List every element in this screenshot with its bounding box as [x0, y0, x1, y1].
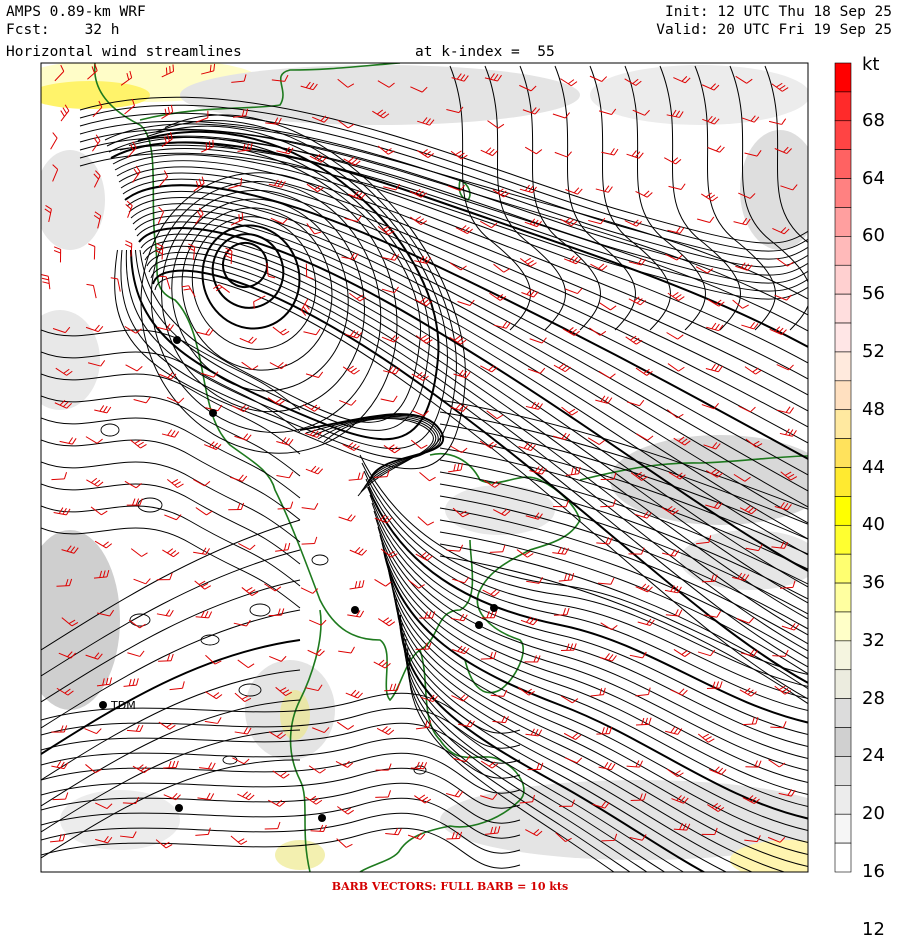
- colorbar-bin: [835, 439, 851, 468]
- colorbar-tick-label: 20: [862, 803, 885, 824]
- colorbar-tick-label: 52: [862, 341, 885, 362]
- colorbar-bin: [835, 265, 851, 294]
- colorbar-bin: [835, 150, 851, 179]
- colorbar-bin: [835, 641, 851, 670]
- colorbar-bin: [835, 323, 851, 352]
- station-marker: [490, 604, 498, 612]
- colorbar-bin: [835, 468, 851, 497]
- colorbar-bin: [835, 583, 851, 612]
- station-marker: [209, 409, 217, 417]
- colorbar-tick-label: 16: [862, 861, 885, 882]
- colorbar-tick-label: 68: [862, 110, 885, 131]
- colorbar-bin: [835, 525, 851, 554]
- colorbar-bin: [835, 410, 851, 439]
- colorbar-tick-label: 64: [862, 168, 885, 189]
- station-label: TDM: [110, 699, 136, 712]
- colorbar-tick-label: 48: [862, 399, 885, 420]
- colorbar-bin: [835, 814, 851, 843]
- colorbar-bin: [835, 92, 851, 121]
- colorbar-bin: [835, 179, 851, 208]
- colorbar-bin: [835, 554, 851, 583]
- colorbar-bin: [835, 843, 851, 872]
- colorbar-tick-label: 40: [862, 514, 885, 535]
- colorbar-bin: [835, 496, 851, 525]
- colorbar-bin: [835, 699, 851, 728]
- colorbar-bin: [835, 728, 851, 757]
- colorbar-bin: [835, 236, 851, 265]
- colorbar-bin: [835, 121, 851, 150]
- station-marker: [175, 804, 183, 812]
- station-marker: [351, 606, 359, 614]
- colorbar-tick-label: 44: [862, 457, 885, 478]
- colorbar-tick-label: 32: [862, 630, 885, 651]
- colorbar-bin: [835, 612, 851, 641]
- colorbar-bin: [835, 294, 851, 323]
- colorbar-unit: kt: [862, 54, 879, 75]
- colorbar-tick-label: 36: [862, 572, 885, 593]
- speed-colorbar: [835, 63, 851, 872]
- station-marker: [173, 336, 181, 344]
- barb-legend: BARB VECTORS: FULL BARB = 10 kts: [0, 880, 900, 893]
- station-marker: [475, 621, 483, 629]
- colorbar-bin: [835, 381, 851, 410]
- station-marker: [318, 814, 326, 822]
- colorbar-bin: [835, 352, 851, 381]
- colorbar-bin: [835, 63, 851, 92]
- colorbar-bin: [835, 785, 851, 814]
- colorbar-bin: [835, 756, 851, 785]
- map-figure: TDM: [0, 0, 900, 900]
- colorbar-tick-label: 56: [862, 283, 885, 304]
- colorbar-tick-label: 12: [862, 919, 885, 940]
- colorbar-tick-label: 24: [862, 745, 885, 766]
- colorbar-tick-label: 60: [862, 225, 885, 246]
- colorbar-bin: [835, 670, 851, 699]
- colorbar-tick-label: 28: [862, 688, 885, 709]
- colorbar-bin: [835, 207, 851, 236]
